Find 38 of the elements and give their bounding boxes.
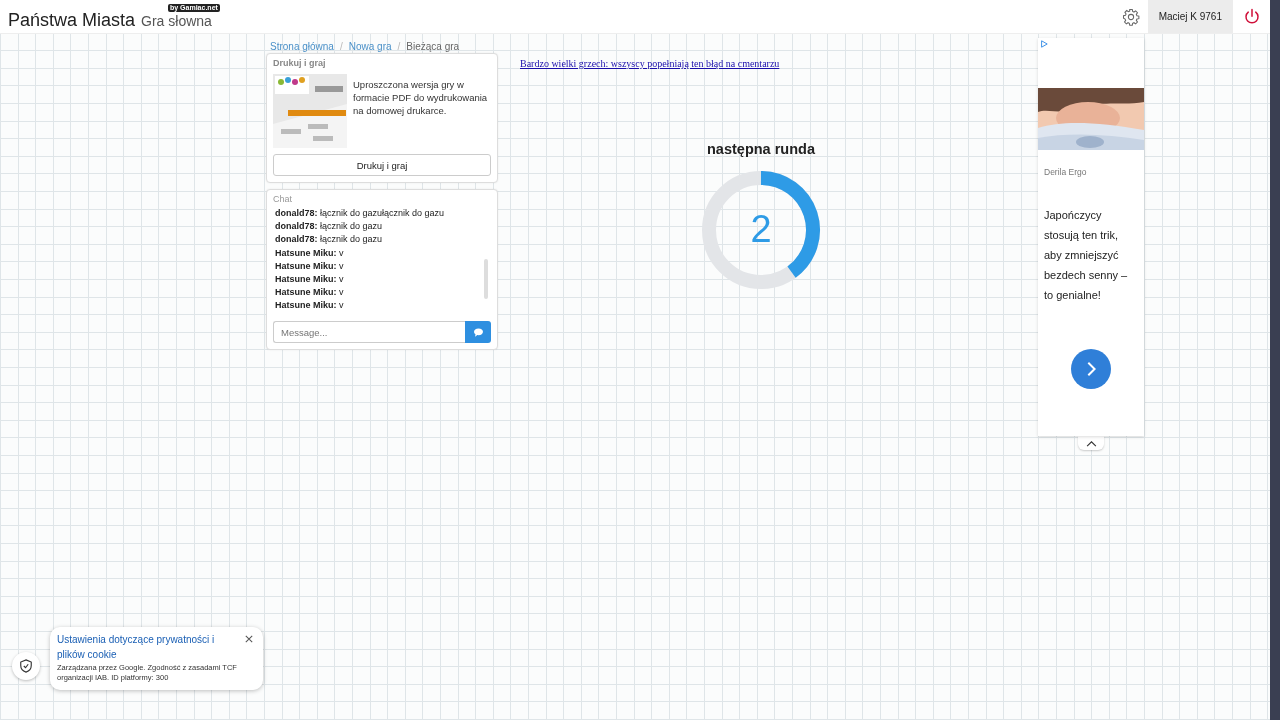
card-title: Drukuj i graj bbox=[273, 58, 327, 68]
app-title: Państwa Miasta bbox=[8, 10, 136, 31]
shield-icon bbox=[19, 659, 33, 673]
chat-message: Hatsune Miku: v bbox=[275, 246, 345, 260]
chat-message: donald78: łącznik do gazu bbox=[275, 220, 384, 234]
ad-text: Japończycy stosują ten trik, aby zmniejszyć bezdech senny – to genialne! bbox=[1043, 208, 1129, 303]
close-icon[interactable] bbox=[245, 635, 253, 643]
chat-bubble-icon bbox=[472, 326, 484, 338]
description-text: Uproszczona wersja gry w formacie PDF do wydrukowania na domowej drukarce. bbox=[353, 78, 489, 118]
chat-title: Chat bbox=[273, 194, 293, 204]
breadcrumb-separator: / bbox=[339, 41, 343, 53]
send-button[interactable] bbox=[465, 321, 491, 343]
collapse-tab[interactable] bbox=[1078, 436, 1104, 450]
power-icon[interactable] bbox=[1243, 7, 1261, 26]
app-subtitle: Gra słowna bbox=[141, 13, 212, 29]
chat-message: Hatsune Miku: v bbox=[275, 299, 345, 313]
next-button[interactable] bbox=[1071, 349, 1111, 389]
chat-message: Hatsune Miku: v bbox=[275, 259, 345, 273]
cookie-title[interactable]: Ustawienia dotyczące prywatności i plików cookie bbox=[57, 632, 217, 662]
print-button[interactable]: Drukuj i graj bbox=[273, 154, 491, 176]
privacy-button[interactable] bbox=[12, 652, 40, 680]
user-button[interactable]: Maciej K 9761 bbox=[1147, 0, 1233, 33]
settings-icon[interactable] bbox=[1121, 7, 1140, 26]
countdown-title: następna runda bbox=[707, 141, 815, 157]
chat-message: Hatsune Miku: v bbox=[275, 273, 345, 286]
breadcrumb-current: Bieżąca gra bbox=[406, 41, 460, 53]
message-field[interactable]: Message... bbox=[273, 321, 465, 343]
ad-link[interactable]: Bardzo wielki grzech: wszyscy popełniają ten błąd na cmentarzu bbox=[520, 58, 780, 69]
breadcrumb-link[interactable]: Strona główna bbox=[270, 41, 334, 53]
chat-message: donald78: łącznik do gazułącznik do gazu bbox=[275, 207, 446, 220]
breadcrumb-link[interactable]: Nowa gra bbox=[348, 41, 392, 53]
breadcrumb-separator: / bbox=[397, 41, 401, 53]
page-scrollbar[interactable] bbox=[1270, 0, 1280, 720]
play-icon[interactable] bbox=[1040, 40, 1048, 48]
chevron-up-icon bbox=[1085, 439, 1097, 447]
chat-message: Hatsune Miku: v bbox=[275, 286, 345, 300]
advertiser-name: Derila Ergo bbox=[1043, 166, 1088, 177]
chat-message: donald78: łącznik do gazu bbox=[275, 233, 384, 247]
